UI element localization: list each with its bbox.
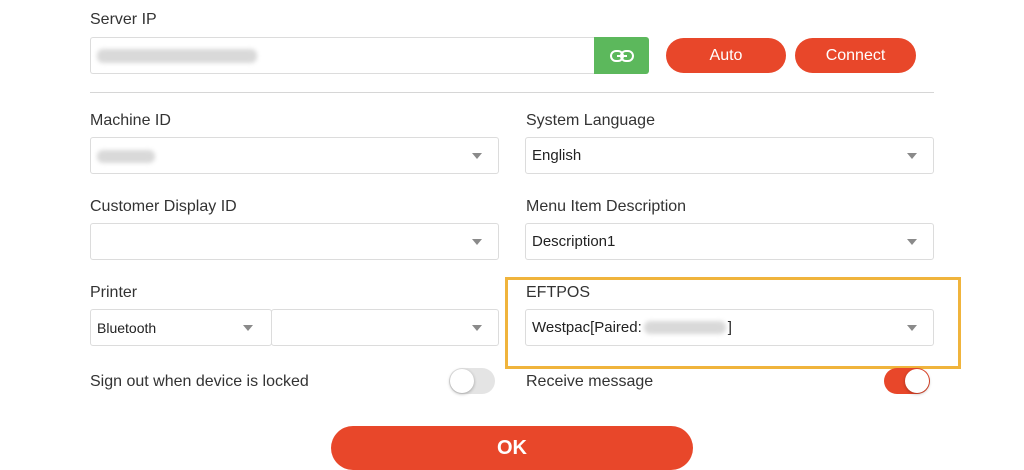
machine-id-select[interactable] (90, 137, 499, 174)
machine-id-value-redacted (97, 150, 155, 163)
divider (90, 92, 934, 93)
customer-display-id-select[interactable] (90, 223, 499, 260)
eftpos-paired-id-redacted (643, 321, 726, 334)
ok-button[interactable]: OK (331, 426, 693, 470)
link-icon (609, 49, 634, 62)
eftpos-select[interactable]: Westpac[Paired: ] (525, 309, 934, 346)
sign-out-toggle[interactable] (449, 368, 495, 394)
menu-item-description-value: Description1 (532, 233, 616, 250)
link-button[interactable] (594, 37, 649, 74)
toggle-knob (905, 369, 929, 393)
receive-message-label: Receive message (526, 373, 654, 390)
chevron-down-icon (907, 153, 917, 159)
server-ip-value-redacted (97, 49, 257, 63)
toggle-knob (450, 369, 474, 393)
printer-type-value: Bluetooth (97, 319, 157, 336)
printer-label: Printer (90, 284, 138, 301)
eftpos-label: EFTPOS (526, 284, 591, 301)
system-language-label: System Language (526, 112, 655, 129)
printer-type-select[interactable]: Bluetooth (90, 309, 272, 346)
eftpos-value-prefix: Westpac[Paired: (532, 319, 642, 336)
printer-device-select[interactable] (271, 309, 499, 346)
menu-item-description-select[interactable]: Description1 (525, 223, 934, 260)
menu-item-description-label: Menu Item Description (526, 198, 687, 215)
eftpos-value: Westpac[Paired: ] (532, 310, 732, 345)
customer-display-id-label: Customer Display ID (90, 198, 237, 215)
chevron-down-icon (472, 325, 482, 331)
connect-button[interactable]: Connect (795, 38, 916, 73)
chevron-down-icon (907, 239, 917, 245)
system-language-select[interactable]: English (525, 137, 934, 174)
server-ip-label: Server IP (90, 11, 157, 28)
chevron-down-icon (907, 325, 917, 331)
receive-message-toggle[interactable] (884, 368, 930, 394)
chevron-down-icon (243, 325, 253, 331)
eftpos-value-suffix: ] (727, 319, 732, 336)
server-ip-input[interactable] (90, 37, 595, 74)
chevron-down-icon (472, 239, 482, 245)
system-language-value: English (532, 147, 582, 164)
machine-id-label: Machine ID (90, 112, 171, 129)
auto-button[interactable]: Auto (666, 38, 786, 73)
sign-out-label: Sign out when device is locked (90, 373, 309, 390)
chevron-down-icon (472, 153, 482, 159)
